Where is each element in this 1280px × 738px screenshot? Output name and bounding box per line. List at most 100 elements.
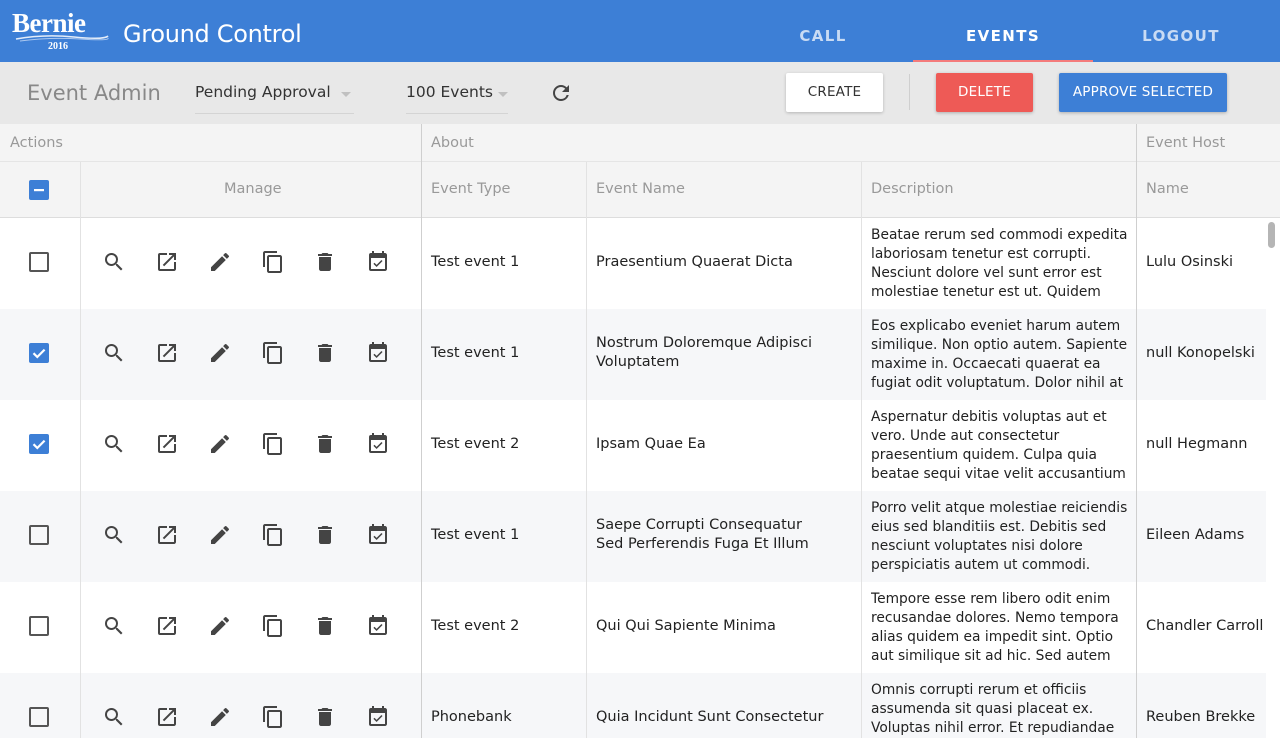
- cell-event-name: Ipsam Quae Ea: [596, 436, 706, 452]
- edit-icon[interactable]: [208, 705, 232, 729]
- column-header-row: Manage Event Type Event Name Description…: [0, 162, 1280, 218]
- copy-icon[interactable]: [261, 614, 285, 638]
- delete-icon[interactable]: [313, 705, 337, 729]
- tab-logout[interactable]: LOGOUT: [1093, 0, 1269, 62]
- row-select-checkbox[interactable]: [29, 252, 49, 272]
- group-header-actions: Actions: [0, 124, 422, 162]
- open-in-new-icon[interactable]: [155, 614, 179, 638]
- group-label-event-host: Event Host: [1146, 135, 1226, 151]
- column-divider: [1136, 124, 1137, 738]
- column-header-description[interactable]: Description: [871, 181, 954, 197]
- search-icon[interactable]: [102, 341, 126, 365]
- page-title: Event Admin: [27, 81, 161, 105]
- cell-event-type: Test event 1: [431, 254, 520, 270]
- table-row[interactable]: Test event 2 Ipsam Quae Ea Aspernatur debi…: [0, 400, 1266, 491]
- table-row[interactable]: Test event 1 Saepe Corrupti Consequatur S…: [0, 491, 1266, 582]
- select-all-checkbox[interactable]: [29, 180, 49, 200]
- delete-button[interactable]: DELETE: [936, 73, 1033, 112]
- column-header-event-type[interactable]: Event Type: [431, 181, 510, 197]
- open-in-new-icon[interactable]: [155, 705, 179, 729]
- table-row[interactable]: Test event 1 Praesentium Quaerat Dicta Bea…: [0, 218, 1266, 309]
- approve-selected-button[interactable]: APPROVE SELECTED: [1059, 73, 1227, 112]
- copy-icon[interactable]: [261, 250, 285, 274]
- event-count-value: 100 Events: [406, 83, 493, 101]
- edit-icon[interactable]: [208, 523, 232, 547]
- status-filter-select[interactable]: Pending Approval: [195, 74, 354, 114]
- event-count-select[interactable]: 100 Events: [406, 74, 508, 114]
- row-select-checkbox[interactable]: [29, 434, 49, 454]
- search-icon[interactable]: [102, 432, 126, 456]
- search-icon[interactable]: [102, 614, 126, 638]
- table-row[interactable]: Test event 2 Qui Qui Sapiente Minima Tempo…: [0, 582, 1266, 673]
- cell-event-name: Praesentium Quaerat Dicta: [596, 254, 793, 270]
- cell-event-name: Qui Qui Sapiente Minima: [596, 618, 776, 634]
- column-divider: [421, 124, 422, 738]
- event-available-icon[interactable]: [366, 614, 390, 638]
- cell-description: Omnis corrupti rerum et officiis assumen…: [871, 682, 1115, 736]
- event-available-icon[interactable]: [366, 432, 390, 456]
- cell-event-type: Test event 2: [431, 618, 520, 634]
- edit-icon[interactable]: [208, 250, 232, 274]
- minus-icon: [34, 189, 44, 192]
- delete-icon[interactable]: [313, 250, 337, 274]
- row-select-checkbox[interactable]: [29, 343, 49, 363]
- delete-icon[interactable]: [313, 523, 337, 547]
- cell-event-type: Phonebank: [431, 709, 512, 725]
- copy-icon[interactable]: [261, 523, 285, 547]
- delete-icon[interactable]: [313, 432, 337, 456]
- search-icon[interactable]: [102, 250, 126, 274]
- open-in-new-icon[interactable]: [155, 432, 179, 456]
- table-row[interactable]: Phonebank Quia Incidunt Sunt Consectetur O…: [0, 673, 1266, 738]
- column-header-host-name[interactable]: Name: [1146, 181, 1189, 197]
- delete-icon[interactable]: [313, 341, 337, 365]
- edit-icon[interactable]: [208, 341, 232, 365]
- open-in-new-icon[interactable]: [155, 523, 179, 547]
- event-available-icon[interactable]: [366, 341, 390, 365]
- event-available-icon[interactable]: [366, 250, 390, 274]
- open-in-new-icon[interactable]: [155, 250, 179, 274]
- table-row[interactable]: Test event 1 Nostrum Doloremque Adipisci …: [0, 309, 1266, 400]
- open-in-new-icon[interactable]: [155, 341, 179, 365]
- create-button[interactable]: CREATE: [786, 73, 883, 112]
- scrollbar-track[interactable]: [1266, 218, 1280, 738]
- events-table: Actions About Event Host Manage Event Ty…: [0, 124, 1280, 738]
- chevron-down-icon: [498, 92, 508, 97]
- copy-icon[interactable]: [261, 432, 285, 456]
- status-filter-value: Pending Approval: [195, 83, 331, 101]
- cell-description: Tempore esse rem libero odit enim recusa…: [871, 591, 1119, 664]
- cell-event-name: Quia Incidunt Sunt Consectetur: [596, 709, 824, 725]
- tab-call-assignments[interactable]: CALL ASSIGNMENTS: [730, 0, 916, 117]
- cell-event-type: Test event 1: [431, 345, 520, 361]
- search-icon[interactable]: [102, 523, 126, 547]
- group-label-actions: Actions: [10, 135, 63, 151]
- cell-host-name: null Hegmann: [1146, 436, 1248, 452]
- row-select-checkbox[interactable]: [29, 616, 49, 636]
- column-divider: [80, 162, 81, 738]
- group-header-about: About: [422, 124, 1136, 162]
- cell-event-name: Saepe Corrupti Consequatur Sed Perferend…: [596, 517, 809, 552]
- edit-icon[interactable]: [208, 432, 232, 456]
- copy-icon[interactable]: [261, 341, 285, 365]
- search-icon[interactable]: [102, 705, 126, 729]
- edit-icon[interactable]: [208, 614, 232, 638]
- tab-events[interactable]: EVENTS: [913, 0, 1093, 62]
- row-select-checkbox[interactable]: [29, 707, 49, 727]
- row-select-checkbox[interactable]: [29, 525, 49, 545]
- group-header-event-host: Event Host: [1136, 124, 1280, 162]
- column-header-event-name[interactable]: Event Name: [596, 181, 685, 197]
- cell-host-name: Chandler Carroll: [1146, 618, 1264, 634]
- check-icon: [32, 439, 46, 450]
- refresh-icon[interactable]: [549, 81, 573, 105]
- cell-event-name: Nostrum Doloremque Adipisci Voluptatem: [596, 335, 813, 370]
- copy-icon[interactable]: [261, 705, 285, 729]
- bernie-logo[interactable]: Bernie 2016: [12, 8, 112, 56]
- event-available-icon[interactable]: [366, 523, 390, 547]
- chevron-down-icon: [341, 92, 351, 97]
- delete-icon[interactable]: [313, 614, 337, 638]
- logo-year: 2016: [48, 41, 68, 52]
- check-icon: [32, 348, 46, 359]
- scrollbar-thumb[interactable]: [1268, 222, 1275, 248]
- app-bar: Bernie 2016 Ground Control CALL ASSIGNME…: [0, 0, 1280, 117]
- event-available-icon[interactable]: [366, 705, 390, 729]
- column-header-manage: Manage: [224, 181, 282, 197]
